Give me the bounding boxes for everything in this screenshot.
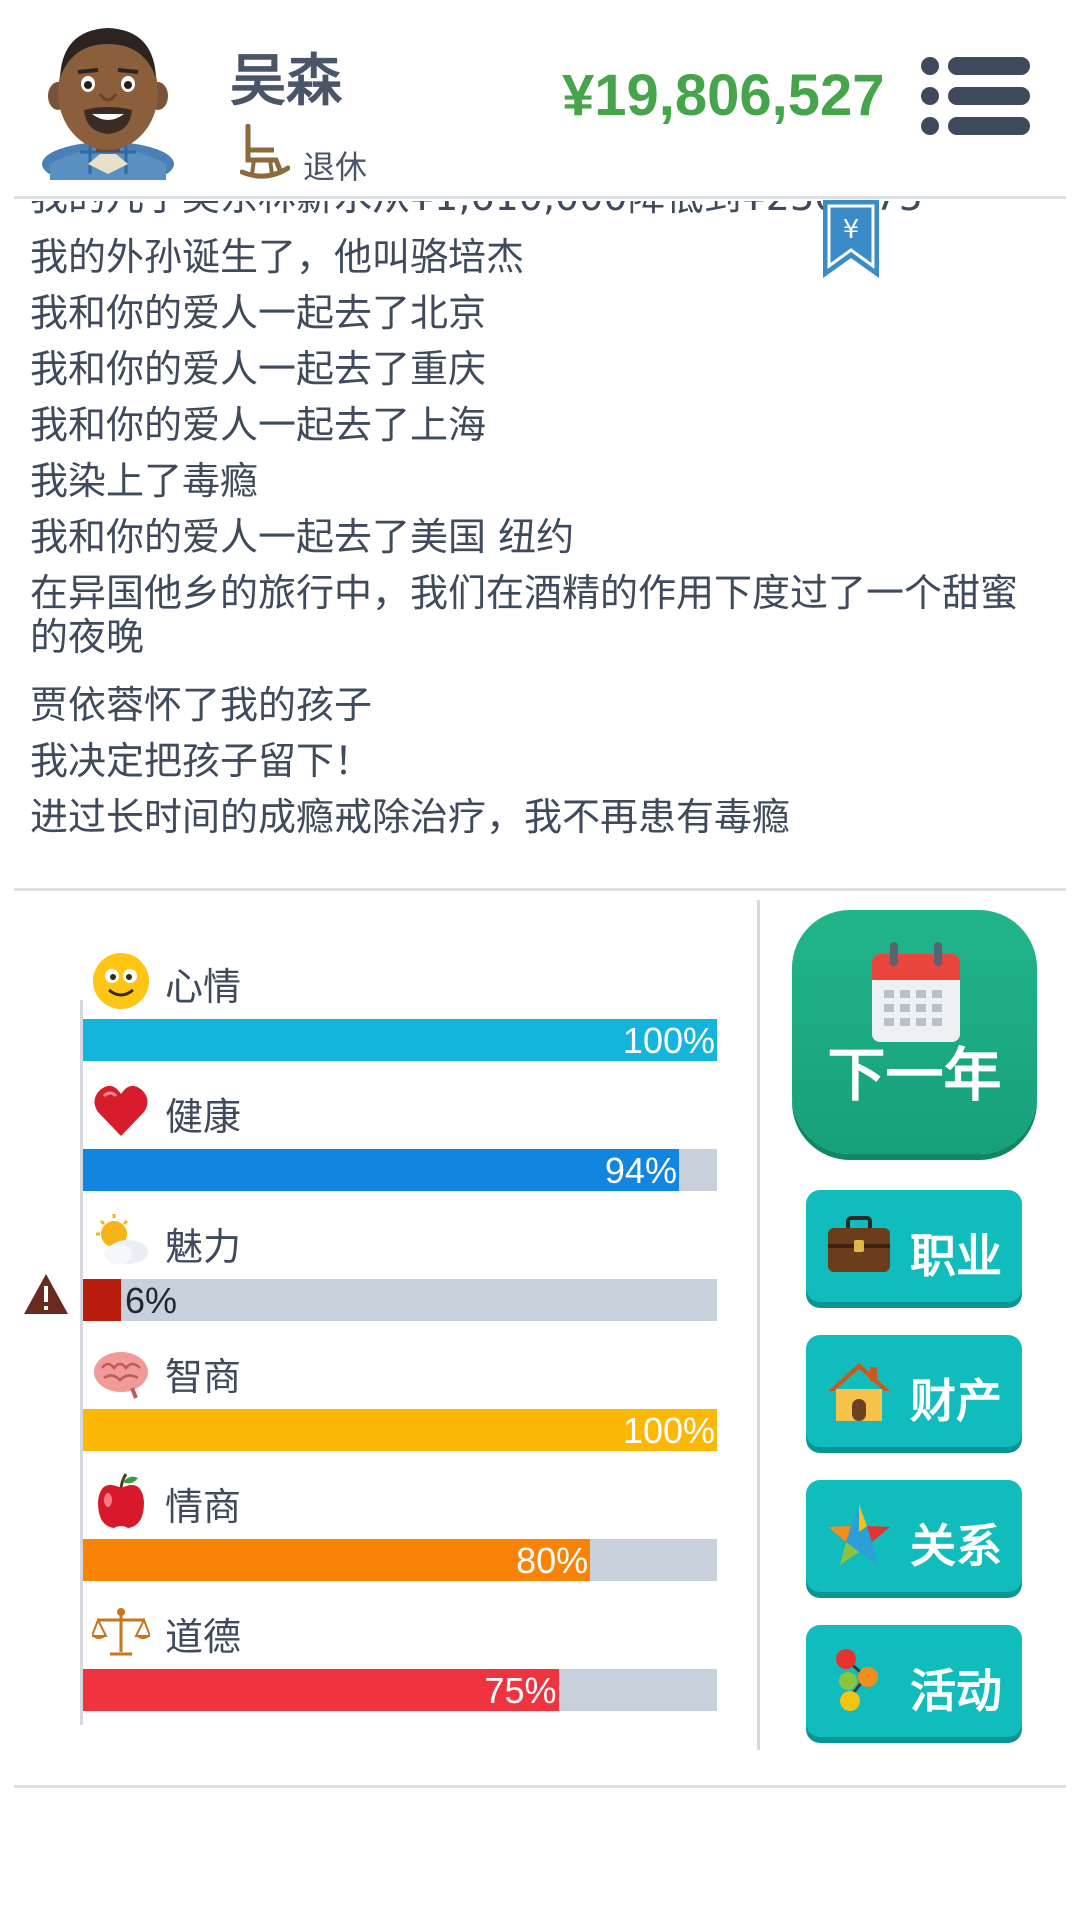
stat-value: 6% (125, 1280, 178, 1321)
warning-icon[interactable] (22, 1272, 70, 1316)
career-button[interactable]: 职业 (806, 1190, 1022, 1302)
stat-bar-health: 94% (83, 1149, 717, 1191)
character-name: 吴森 (230, 49, 342, 114)
log-divider (14, 888, 1066, 891)
assets-button[interactable]: 财产 (806, 1335, 1022, 1447)
stat-label-iq: 智商 (165, 1355, 242, 1399)
top-bar: 吴森 退休 ¥19,806,527 (0, 0, 1080, 198)
activities-button[interactable]: 活动 (806, 1625, 1022, 1737)
log-line: 我和你的爱人一起去了重庆 (30, 347, 487, 391)
stat-fill (83, 1279, 122, 1321)
brain-icon (94, 1352, 148, 1399)
log-line: 我和你的爱人一起去了上海 (30, 403, 487, 447)
bottom-divider (14, 1785, 1066, 1788)
relations-button[interactable]: 关系 (806, 1480, 1022, 1592)
stat-bar-morality: 75% (83, 1669, 717, 1711)
svg-text:¥: ¥ (843, 215, 860, 245)
stat-label-mood: 心情 (165, 965, 242, 1009)
stat-bar-iq: 100% (83, 1409, 717, 1451)
rocking-chair-icon (240, 124, 290, 179)
stat-bar-charm: 6% (83, 1279, 717, 1321)
activities-label: 活动 (910, 1664, 1002, 1718)
stat-label-eq: 情商 (165, 1485, 242, 1529)
stat-label-charm: 魅力 (165, 1225, 242, 1269)
log-line: 进过长时间的成瘾戒除治疗，我不再患有毒瘾 (30, 795, 791, 839)
log-line: 我的外孙诞生了，他叫骆培杰 (30, 235, 525, 279)
header-divider (14, 196, 1066, 199)
assets-label: 财产 (910, 1374, 1002, 1428)
stat-fill (83, 1019, 717, 1061)
next-year-label: 下一年 (827, 1041, 1002, 1109)
career-label: 职业 (910, 1229, 1002, 1283)
apple-icon (98, 1473, 144, 1528)
log-line: 贾依蓉怀了我的孩子 (30, 683, 373, 727)
briefcase-icon (828, 1216, 890, 1272)
stat-label-morality: 道德 (165, 1615, 242, 1659)
stat-fill (83, 1539, 591, 1581)
scale-icon (92, 1608, 150, 1656)
stat-value: 75% (484, 1670, 557, 1711)
log-line: 我和你的爱人一起去了北京 (30, 291, 487, 335)
log-line: 我的儿子吴东林薪水从¥1,610,000降低到¥230,775 (30, 201, 1040, 219)
status-label: 退休 (303, 148, 368, 186)
relations-label: 关系 (910, 1519, 1002, 1573)
stat-bar-mood: 100% (83, 1019, 717, 1061)
log-line: 在异国他乡的旅行中，我们在酒精的作用下度过了一个甜蜜的夜晚 (30, 571, 1019, 659)
money-balance: ¥19,806,527 (562, 63, 885, 128)
next-year-button[interactable]: 下一年 (792, 910, 1037, 1154)
stat-bar-eq: 80% (83, 1539, 717, 1581)
log-line: 我和你的爱人一起去了美国 纽约 (30, 515, 575, 559)
event-log[interactable]: 我的儿子吴东林薪水从¥1,610,000降低到¥230,775 我的外孙诞生了，… (0, 201, 1080, 881)
weather-icon (96, 1214, 148, 1264)
star-icon (828, 1504, 890, 1565)
stat-value: 94% (604, 1150, 677, 1191)
stat-label-health: 健康 (165, 1095, 242, 1139)
stat-fill (83, 1149, 679, 1191)
smiley-icon (93, 953, 149, 1009)
log-line: 我染上了毒瘾 (30, 459, 259, 503)
house-icon (828, 1363, 890, 1421)
stat-value: 100% (622, 1410, 715, 1451)
stat-value: 80% (516, 1540, 589, 1581)
avatar[interactable] (40, 14, 176, 180)
panel-divider (757, 900, 760, 1750)
menu-icon[interactable] (920, 56, 1030, 136)
stat-value: 100% (622, 1020, 715, 1061)
heart-icon (94, 1085, 148, 1136)
log-line: 我决定把孩子留下！ (30, 739, 373, 783)
stat-fill (83, 1409, 717, 1451)
bookmark-yuan-icon[interactable]: ¥ (823, 200, 879, 278)
activities-icon (836, 1649, 878, 1711)
stats-axis-line (80, 1000, 83, 1725)
